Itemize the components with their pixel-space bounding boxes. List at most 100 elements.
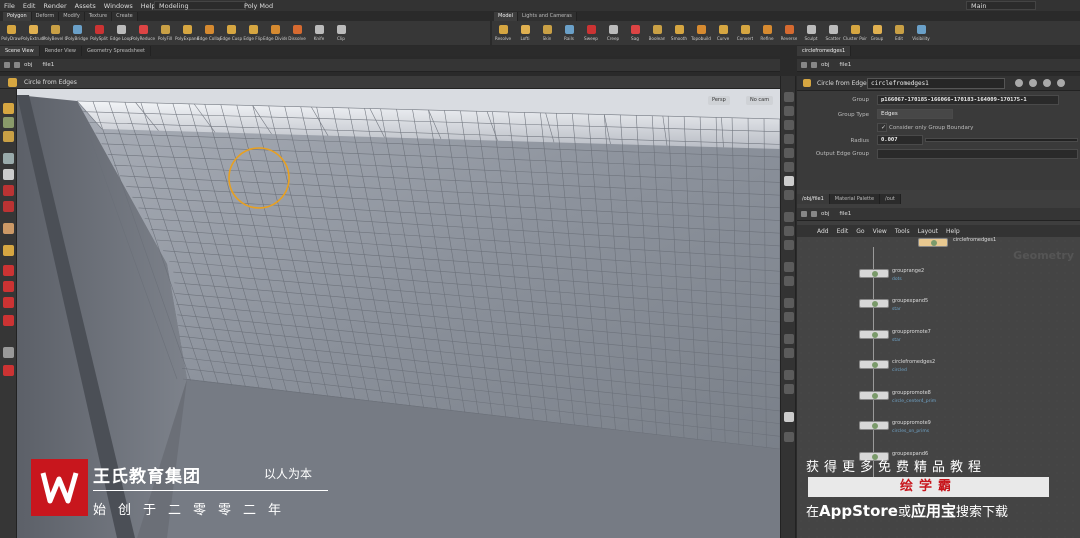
display-icon[interactable] — [784, 334, 794, 344]
menu-view[interactable]: View — [873, 228, 887, 235]
consider-checkbox[interactable]: ✓ — [877, 123, 887, 132]
search-icon[interactable] — [1057, 79, 1065, 87]
tab-geometry-spreadsheet[interactable]: Geometry Spreadsheet — [82, 46, 151, 56]
forward-icon[interactable] — [811, 62, 817, 68]
back-icon[interactable] — [4, 62, 10, 68]
shelf-tool[interactable]: Knife — [308, 21, 330, 45]
tab-material-palette[interactable]: Material Palette — [829, 194, 881, 204]
brush-icon[interactable] — [3, 223, 14, 234]
menu-assets[interactable]: Assets — [71, 2, 100, 10]
display-icon[interactable] — [784, 412, 794, 422]
display-icon[interactable] — [784, 298, 794, 308]
shelf-tool[interactable]: Edge Loop — [110, 21, 132, 45]
menu-edit[interactable]: Edit — [837, 228, 849, 235]
magnet-icon[interactable] — [3, 315, 14, 326]
shelf-tab-create[interactable]: Create — [112, 12, 138, 21]
shelf-tool[interactable]: Lofti — [514, 21, 536, 45]
shelf-tool[interactable]: Smooth — [668, 21, 690, 45]
display-icon[interactable] — [784, 348, 794, 358]
shelf-tool[interactable]: Creep — [602, 21, 624, 45]
shelf-tool[interactable]: Group — [866, 21, 888, 45]
shelf-tool[interactable]: Sculpt — [800, 21, 822, 45]
display-icon[interactable] — [784, 240, 794, 250]
record-icon[interactable] — [3, 365, 14, 376]
display-icon[interactable] — [784, 312, 794, 322]
tab-render-view[interactable]: Render View — [40, 46, 82, 56]
network-node[interactable] — [918, 238, 948, 247]
shelf-tool[interactable]: Visibility — [910, 21, 932, 45]
transform-icon[interactable] — [3, 117, 14, 128]
shelf-tool[interactable]: Dissolve — [286, 21, 308, 45]
network-node[interactable] — [859, 421, 889, 430]
menu-go[interactable]: Go — [856, 228, 864, 235]
forward-icon[interactable] — [14, 62, 20, 68]
output-edge-group-field[interactable] — [877, 149, 1078, 159]
shelf-tool[interactable]: Boolean — [646, 21, 668, 45]
shelf-tool[interactable]: Curve — [712, 21, 734, 45]
pose-icon[interactable] — [3, 169, 14, 180]
path-obj[interactable]: obj — [821, 62, 829, 68]
desktop-select[interactable]: Modeling — [154, 1, 246, 10]
tab-scene-view[interactable]: Scene View — [0, 46, 40, 56]
shelf-tool[interactable]: Edge Cusp — [220, 21, 242, 45]
shelf-tool[interactable]: PolyExpand2D — [175, 21, 199, 45]
shelf-tab-polygon[interactable]: Polygon — [3, 12, 32, 21]
group-field[interactable]: p166067-170185-166066-170183-164009-1701… — [877, 95, 1059, 105]
menu-help[interactable]: Help — [946, 228, 960, 235]
network-node[interactable] — [859, 329, 889, 339]
shelf-tab-lights[interactable]: Lights and Cameras — [518, 12, 577, 21]
menu-add[interactable]: Add — [817, 228, 829, 235]
shelf-tool[interactable]: Clip — [330, 21, 352, 45]
path-obj[interactable]: obj — [821, 211, 829, 217]
handle-icon[interactable] — [3, 131, 14, 142]
main-select[interactable]: Main — [966, 1, 1036, 10]
display-icon[interactable] — [784, 262, 794, 272]
shelf-tool[interactable]: Edit — [888, 21, 910, 45]
path-file1[interactable]: file1 — [839, 62, 851, 68]
shelf-tool[interactable]: Edge Flip — [242, 21, 264, 45]
tab-circlefromedges1[interactable]: circlefromedges1 — [797, 46, 852, 56]
display-icon[interactable] — [784, 384, 794, 394]
menu-edit[interactable]: Edit — [19, 2, 40, 10]
network-node[interactable] — [859, 268, 889, 278]
display-icon[interactable] — [784, 92, 794, 102]
shelf-tool[interactable]: Cluster Points — [843, 21, 867, 45]
shelf-tool[interactable]: Scatter — [822, 21, 844, 45]
display-icon[interactable] — [784, 106, 794, 116]
shelf-tool[interactable]: Rails — [558, 21, 580, 45]
menu-windows[interactable]: Windows — [100, 2, 137, 10]
view-icon[interactable] — [3, 153, 14, 164]
lock-icon[interactable] — [784, 120, 794, 130]
shelf-tool[interactable]: PolyFill — [154, 21, 176, 45]
node-name-field[interactable]: circlefromedges1 — [867, 78, 1005, 89]
display-icon[interactable] — [784, 432, 794, 442]
forward-icon[interactable] — [811, 211, 817, 217]
display-icon[interactable] — [784, 276, 794, 286]
shelf-tab-texture[interactable]: Texture — [85, 12, 113, 21]
shelf-tool[interactable]: PolyReduce — [131, 21, 155, 45]
shelf-tab-model[interactable]: Model — [494, 12, 519, 21]
snap-icon[interactable] — [3, 265, 14, 276]
radius-slider[interactable] — [925, 138, 1078, 142]
persp-button[interactable]: Persp — [708, 96, 730, 105]
back-icon[interactable] — [801, 211, 807, 217]
shelf-tool[interactable]: PolyBevel Old — [43, 21, 67, 45]
shelf-tool[interactable]: Topobuild — [690, 21, 712, 45]
camera-button[interactable]: No cam — [746, 96, 774, 105]
shelf-tool[interactable]: PolyDraw — [0, 21, 22, 45]
network-node[interactable] — [859, 390, 889, 400]
shelf-tool[interactable]: Resolve — [492, 21, 514, 45]
path-file1[interactable]: file1 — [42, 62, 54, 68]
shelf-tool[interactable]: PolyBridge — [66, 21, 88, 45]
display-icon[interactable] — [784, 226, 794, 236]
display-icon[interactable] — [784, 176, 794, 186]
measure-icon[interactable] — [3, 245, 14, 256]
snap-icon[interactable] — [3, 297, 14, 308]
shelf-tool[interactable]: PolySplit — [88, 21, 110, 45]
radius-field[interactable]: 0.007 — [877, 135, 923, 145]
shelf-tool[interactable]: Edge Collapse — [197, 21, 221, 45]
shelf-tool[interactable]: Convert — [734, 21, 756, 45]
shelf-tool[interactable]: Edge Divide — [263, 21, 287, 45]
mode-select[interactable]: Poly Mod — [236, 1, 292, 10]
info-icon[interactable] — [1043, 79, 1051, 87]
